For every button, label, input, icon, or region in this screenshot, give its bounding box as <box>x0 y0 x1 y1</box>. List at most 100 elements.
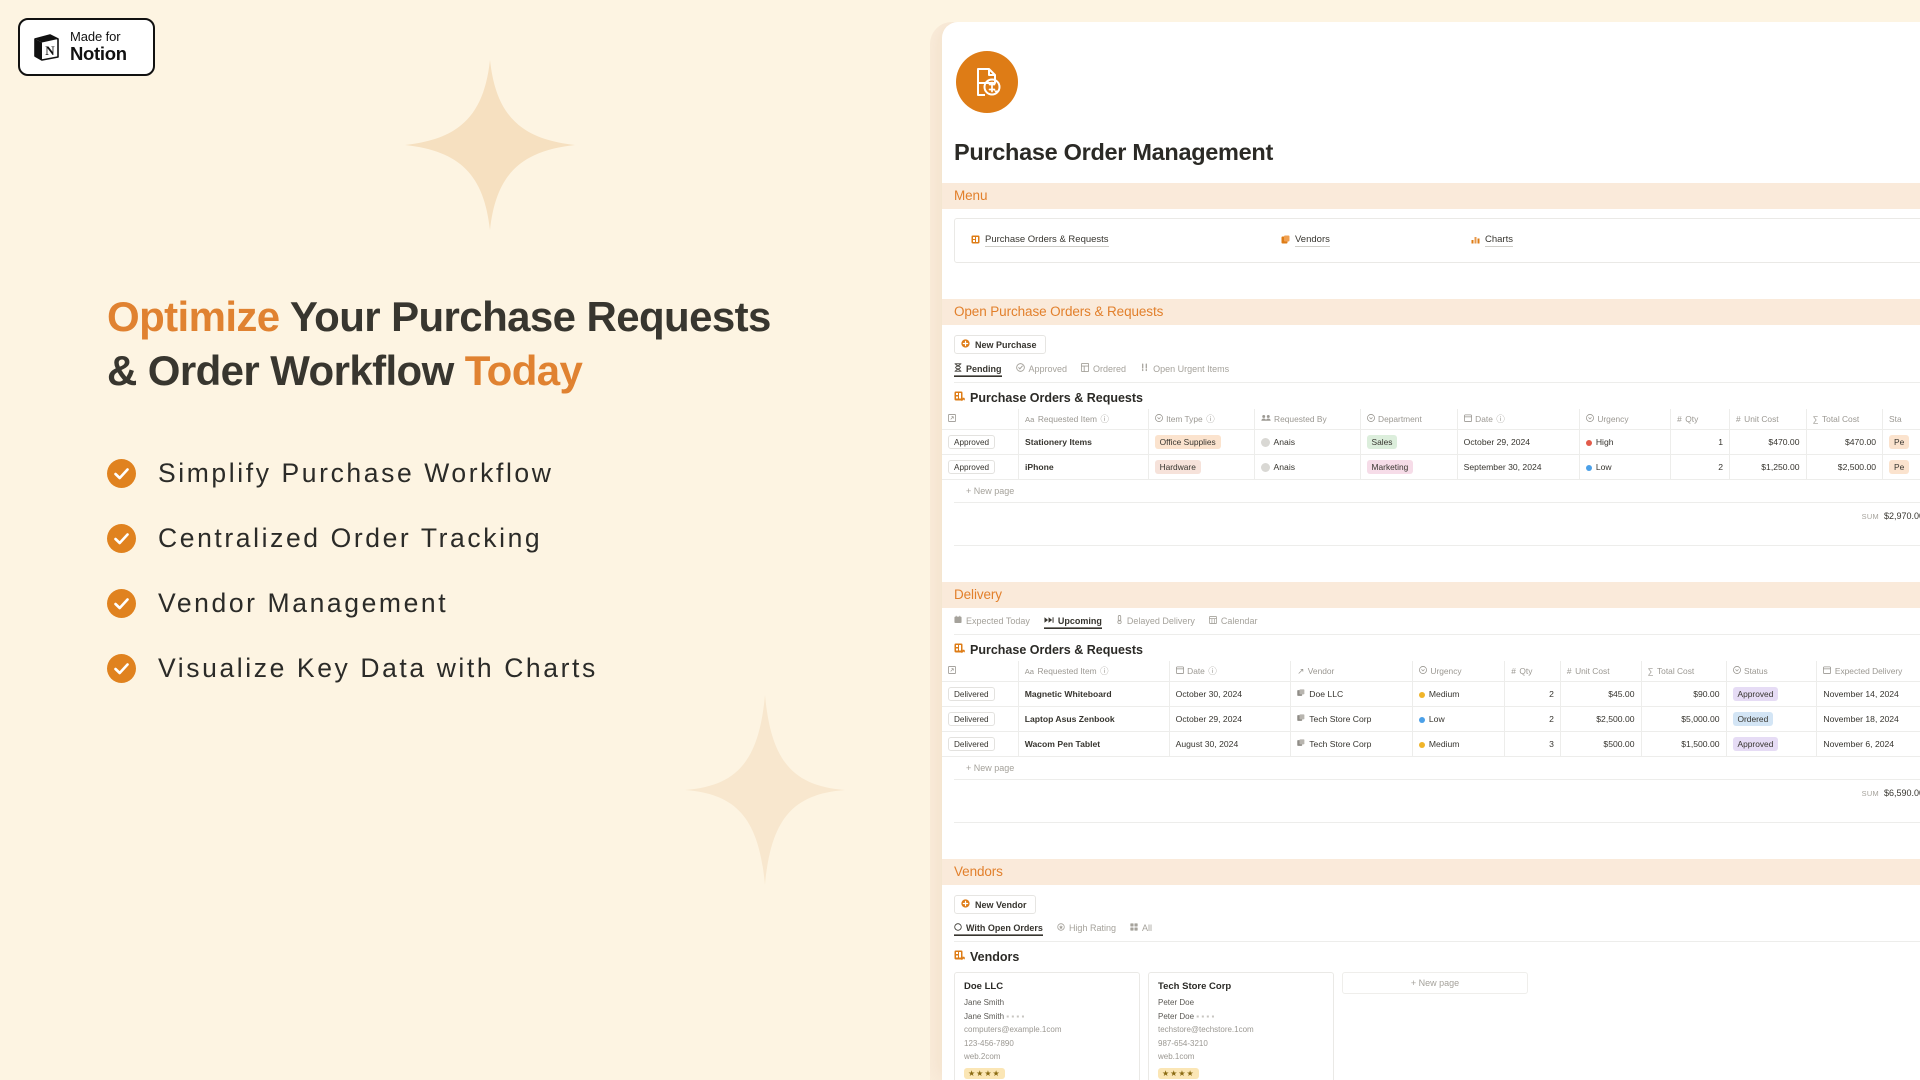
vendor-rating: ★★★★ <box>964 1068 1005 1079</box>
col-label: Date <box>1475 414 1493 424</box>
col-urgency[interactable]: Urgency <box>1579 409 1672 430</box>
view-tab-label: Open Urgent Items <box>1153 363 1230 374</box>
col-qty[interactable]: # Qty <box>1504 661 1561 682</box>
relation-icon: ↗ <box>1297 666 1305 676</box>
col-unit-cost[interactable]: # Unit Cost <box>1729 409 1807 430</box>
col-unit-cost[interactable]: # Unit Cost <box>1560 661 1642 682</box>
cell-vendor: Doe LLC <box>1290 681 1413 707</box>
col-label: Status <box>1744 666 1768 676</box>
view-tab-label: Upcoming <box>1057 616 1102 626</box>
database-title-label: Vendors <box>970 950 1020 964</box>
cell-total-cost: $470.00 <box>1806 429 1884 455</box>
urgency-dot <box>1418 741 1425 748</box>
new-vendor-button[interactable]: New Vendor <box>954 895 1036 914</box>
col-urgency[interactable]: Urgency <box>1412 661 1506 682</box>
view-tab-pending[interactable]: Pending <box>954 363 1002 377</box>
col-expected-delivery[interactable]: Expected Delivery <box>1816 661 1920 682</box>
col-department[interactable]: Department <box>1360 409 1458 430</box>
col-requested-by[interactable]: Requested By <box>1254 409 1361 430</box>
col-qty[interactable]: # Qty <box>1670 409 1730 430</box>
col-date[interactable]: Date ⓘ <box>1457 409 1580 430</box>
view-tab-calendar[interactable]: Calendar <box>1208 616 1258 629</box>
database-linked-icon <box>954 950 965 964</box>
col-date[interactable]: Date ⓘ <box>1169 661 1292 682</box>
cell-total-cost: $90.00 <box>1641 681 1727 707</box>
plus-circle-icon <box>961 339 970 350</box>
col-requested-item[interactable]: Aa Requested Item ⓘ <box>1018 409 1149 430</box>
menu-link-vendors[interactable]: Vendors <box>1281 234 1471 247</box>
col-label: Unit Cost <box>1575 666 1610 676</box>
cell-urgency: Medium <box>1412 681 1506 707</box>
urgency-label: Medium <box>1428 739 1460 749</box>
vendor-contact: Jane Smith <box>964 998 1005 1007</box>
heading-rest-2: & Order Workflow <box>107 346 465 394</box>
urgency-label: Low <box>1595 462 1612 472</box>
new-vendor-label: New Vendor <box>975 899 1027 910</box>
table-row[interactable]: Approved Stationery Items Office Supplie… <box>942 429 1920 455</box>
cell-date: October 29, 2024 <box>1457 429 1580 455</box>
new-vendor-card-button[interactable]: + New page <box>1342 972 1528 994</box>
gallery-icon <box>1297 689 1305 699</box>
select-icon <box>1418 666 1427 676</box>
col-label: Total Cost <box>1821 414 1860 424</box>
new-page-button-open-orders[interactable]: + New page <box>954 480 1920 503</box>
view-tab-with-open-orders[interactable]: With Open Orders <box>954 923 1043 936</box>
gallery-icon <box>1297 714 1305 724</box>
col-status-icon[interactable] <box>942 409 1020 430</box>
view-tab-all[interactable]: All <box>1130 923 1152 936</box>
view-tab-approved[interactable]: Approved <box>1015 363 1067 377</box>
new-purchase-button[interactable]: New Purchase <box>954 335 1046 354</box>
vendor-card[interactable]: Tech Store Corp Peter Doe Peter Doe ▪ ▪ … <box>1148 972 1334 1080</box>
cell-state: Approved <box>1726 731 1818 757</box>
select-icon <box>1732 666 1741 676</box>
table-row[interactable]: Approved iPhone Hardware Anais Marketing… <box>942 454 1920 480</box>
menu-link-purchase-orders[interactable]: Purchase Orders & Requests <box>971 234 1281 247</box>
avatar <box>1260 437 1270 447</box>
vendor-website: web.1com <box>1158 1052 1195 1061</box>
cell-requested-by: Anais <box>1254 454 1361 480</box>
cell-status-tag: Delivered <box>942 706 1019 732</box>
vendor-name: Tech Store Corp <box>1309 714 1372 724</box>
col-total-cost[interactable]: ∑ Total Cost <box>1806 409 1884 430</box>
table-row[interactable]: Delivered Laptop Asus Zenbook October 29… <box>942 706 1920 732</box>
col-status-icon[interactable] <box>942 661 1019 682</box>
calendar-icon <box>1175 666 1184 676</box>
col-requested-item[interactable]: Aa Requested Item ⓘ <box>1018 661 1170 682</box>
vendor-rating: ★★★★ <box>1158 1068 1199 1079</box>
check-circle-icon <box>107 523 136 553</box>
table-row[interactable]: Delivered Magnetic Whiteboard October 30… <box>942 681 1920 707</box>
view-tab-ordered[interactable]: Ordered <box>1080 362 1126 377</box>
heading-accent-1: Optimize <box>107 293 280 340</box>
sum-label: SUM <box>1861 511 1879 521</box>
col-label: Requested Item <box>1037 666 1097 676</box>
cell-qty: 2 <box>1504 706 1561 732</box>
view-tab-upcoming[interactable]: Upcoming <box>1044 616 1102 629</box>
section-heading-delivery: Delivery <box>942 582 1920 608</box>
select-icon <box>1585 414 1594 424</box>
view-tab-high-rating[interactable]: High Rating <box>1057 923 1116 936</box>
status-badge: Delivered <box>948 687 995 701</box>
view-tab-label: Calendar <box>1220 616 1258 626</box>
state-badge: Approved <box>1732 737 1779 751</box>
svg-text:N: N <box>45 43 55 58</box>
cell-state: Pe <box>1882 454 1920 480</box>
person-name: Anais <box>1273 437 1296 447</box>
col-label: Date <box>1187 666 1205 676</box>
vendor-card[interactable]: Doe LLC Jane Smith Jane Smith ▪ ▪ ▪ ▪ co… <box>954 972 1140 1080</box>
new-page-button-delivery[interactable]: + New page <box>954 757 1920 780</box>
col-status[interactable]: Sta <box>1882 409 1920 430</box>
col-item-type[interactable]: Item Type ⓘ <box>1148 409 1255 430</box>
vendor-email: computers@example.1com <box>964 1025 1062 1034</box>
star-circle-icon <box>1057 923 1065 933</box>
view-tab-expected-today[interactable]: Expected Today <box>954 615 1030 629</box>
col-vendor[interactable]: ↗ Vendor <box>1290 661 1413 682</box>
view-tab-delayed-delivery[interactable]: Delayed Delivery <box>1116 614 1195 629</box>
menu-item-label: Vendors <box>1295 234 1330 247</box>
col-status[interactable]: Status <box>1726 661 1818 682</box>
table-row[interactable]: Delivered Wacom Pen Tablet August 30, 20… <box>942 731 1920 757</box>
calendar-icon <box>1823 666 1832 676</box>
menu-link-charts[interactable]: Charts <box>1471 234 1661 247</box>
col-total-cost[interactable]: ∑ Total Cost <box>1641 661 1727 682</box>
section-heading-vendors: Vendors <box>942 859 1920 885</box>
view-tab-open-urgent-items[interactable]: Open Urgent Items <box>1140 363 1229 377</box>
